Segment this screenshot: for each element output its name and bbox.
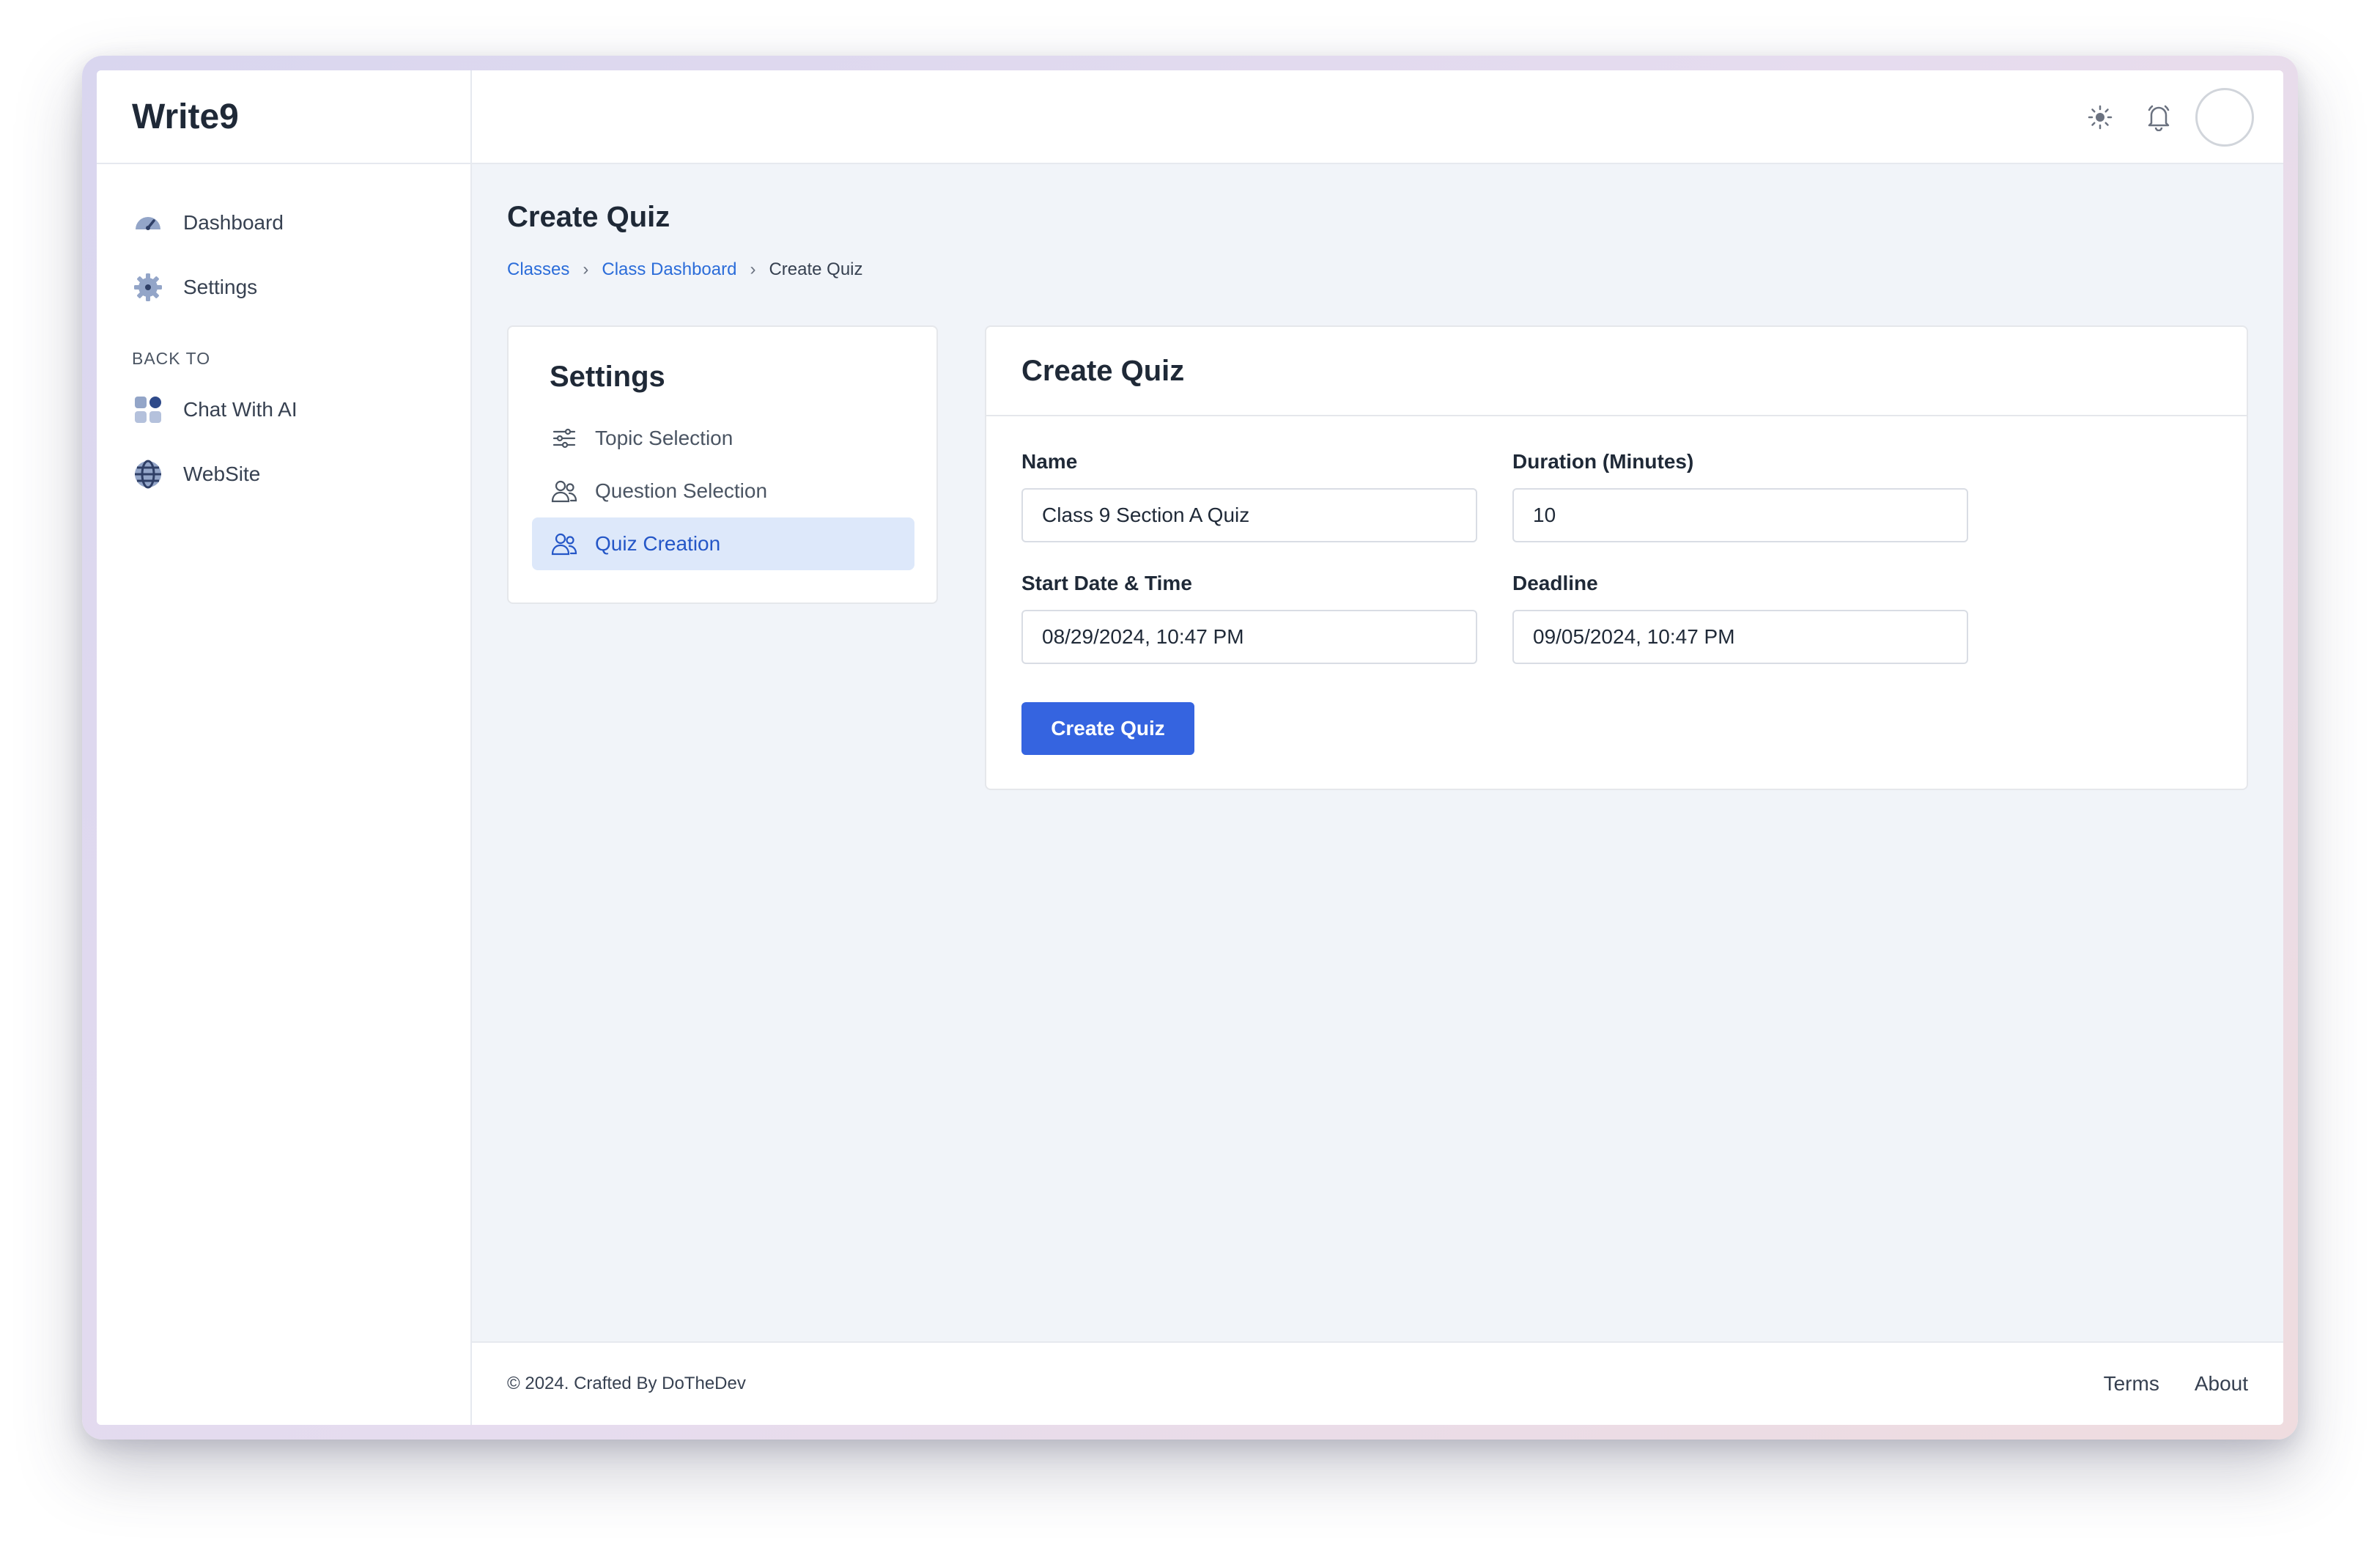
chevron-right-icon: › (583, 259, 589, 279)
sidebar-item-website[interactable]: WebSite (97, 442, 470, 506)
settings-panel-title: Settings (550, 361, 665, 393)
sun-icon[interactable] (2082, 100, 2118, 135)
sidebar-item-chat-with-ai[interactable]: Chat With AI (97, 377, 470, 442)
users-icon (550, 476, 579, 506)
create-quiz-button[interactable]: Create Quiz (1021, 702, 1194, 755)
settings-item-question-selection[interactable]: Question Selection (532, 465, 914, 517)
footer-copyright: © 2024. Crafted By DoTheDev (507, 1374, 746, 1393)
breadcrumb-classes[interactable]: Classes (507, 259, 569, 280)
name-label: Name (1021, 450, 1078, 473)
create-quiz-form: Create Quiz Name Duration (Minutes) Star… (985, 325, 2248, 790)
globe-icon (132, 458, 164, 490)
start-date-field-group: Start Date & Time (1021, 572, 1477, 664)
breadcrumb-class-dashboard[interactable]: Class Dashboard (602, 259, 736, 280)
sidebar-item-dashboard[interactable]: Dashboard (97, 191, 470, 255)
brand-logo: Write9 (97, 70, 470, 164)
deadline-input[interactable] (1512, 610, 1968, 664)
form-title: Create Quiz (986, 327, 2247, 416)
footer-link-about[interactable]: About (2195, 1372, 2248, 1396)
sidebar-item-label: Chat With AI (183, 398, 298, 421)
sidebar-item-label: Settings (183, 276, 258, 298)
sidebar: Write9 Dashboard Settings BACK TO Chat W… (97, 70, 472, 1425)
settings-item-label: Quiz Creation (595, 532, 721, 555)
name-input[interactable] (1021, 488, 1477, 542)
settings-list: Topic Selection Question Selection Quiz … (532, 412, 914, 570)
breadcrumb-current: Create Quiz (769, 259, 863, 279)
deadline-label: Deadline (1512, 572, 1598, 594)
sidebar-item-settings[interactable]: Settings (97, 255, 470, 320)
sidebar-item-label: WebSite (183, 462, 261, 485)
footer-links: Terms About (2104, 1372, 2248, 1396)
duration-field-group: Duration (Minutes) (1512, 450, 1968, 542)
avatar[interactable] (2195, 88, 2254, 147)
deadline-field-group: Deadline (1512, 572, 1968, 664)
start-date-input[interactable] (1021, 610, 1477, 664)
gear-icon (132, 271, 164, 303)
settings-item-topic-selection[interactable]: Topic Selection (532, 412, 914, 465)
main-content: Create Quiz Classes › Class Dashboard › … (472, 164, 2283, 1341)
page-title: Create Quiz (507, 201, 670, 233)
settings-item-label: Question Selection (595, 479, 768, 502)
users-icon (550, 529, 579, 559)
sliders-icon (550, 424, 579, 453)
dashboard-gauge-icon (132, 207, 164, 239)
breadcrumb: Classes › Class Dashboard › Create Quiz (507, 259, 863, 280)
name-field-group: Name (1021, 450, 1477, 542)
settings-item-quiz-creation[interactable]: Quiz Creation (532, 517, 914, 570)
duration-label: Duration (Minutes) (1512, 450, 1694, 473)
sidebar-nav: Dashboard Settings BACK TO Chat With AI … (97, 164, 470, 506)
bell-icon[interactable] (2141, 100, 2176, 135)
sidebar-section-label: BACK TO (132, 349, 211, 368)
app-window: Write9 Dashboard Settings BACK TO Chat W… (97, 70, 2283, 1425)
footer-link-terms[interactable]: Terms (2104, 1372, 2159, 1396)
chevron-right-icon: › (750, 259, 756, 279)
sidebar-item-label: Dashboard (183, 211, 284, 234)
grid-apps-icon (132, 394, 164, 426)
top-bar (472, 70, 2283, 164)
footer: © 2024. Crafted By DoTheDev Terms About (472, 1341, 2283, 1425)
settings-item-label: Topic Selection (595, 427, 733, 449)
settings-panel: Settings Topic Selection Question Select… (507, 325, 938, 604)
duration-input[interactable] (1512, 488, 1968, 542)
start-date-label: Start Date & Time (1021, 572, 1192, 594)
